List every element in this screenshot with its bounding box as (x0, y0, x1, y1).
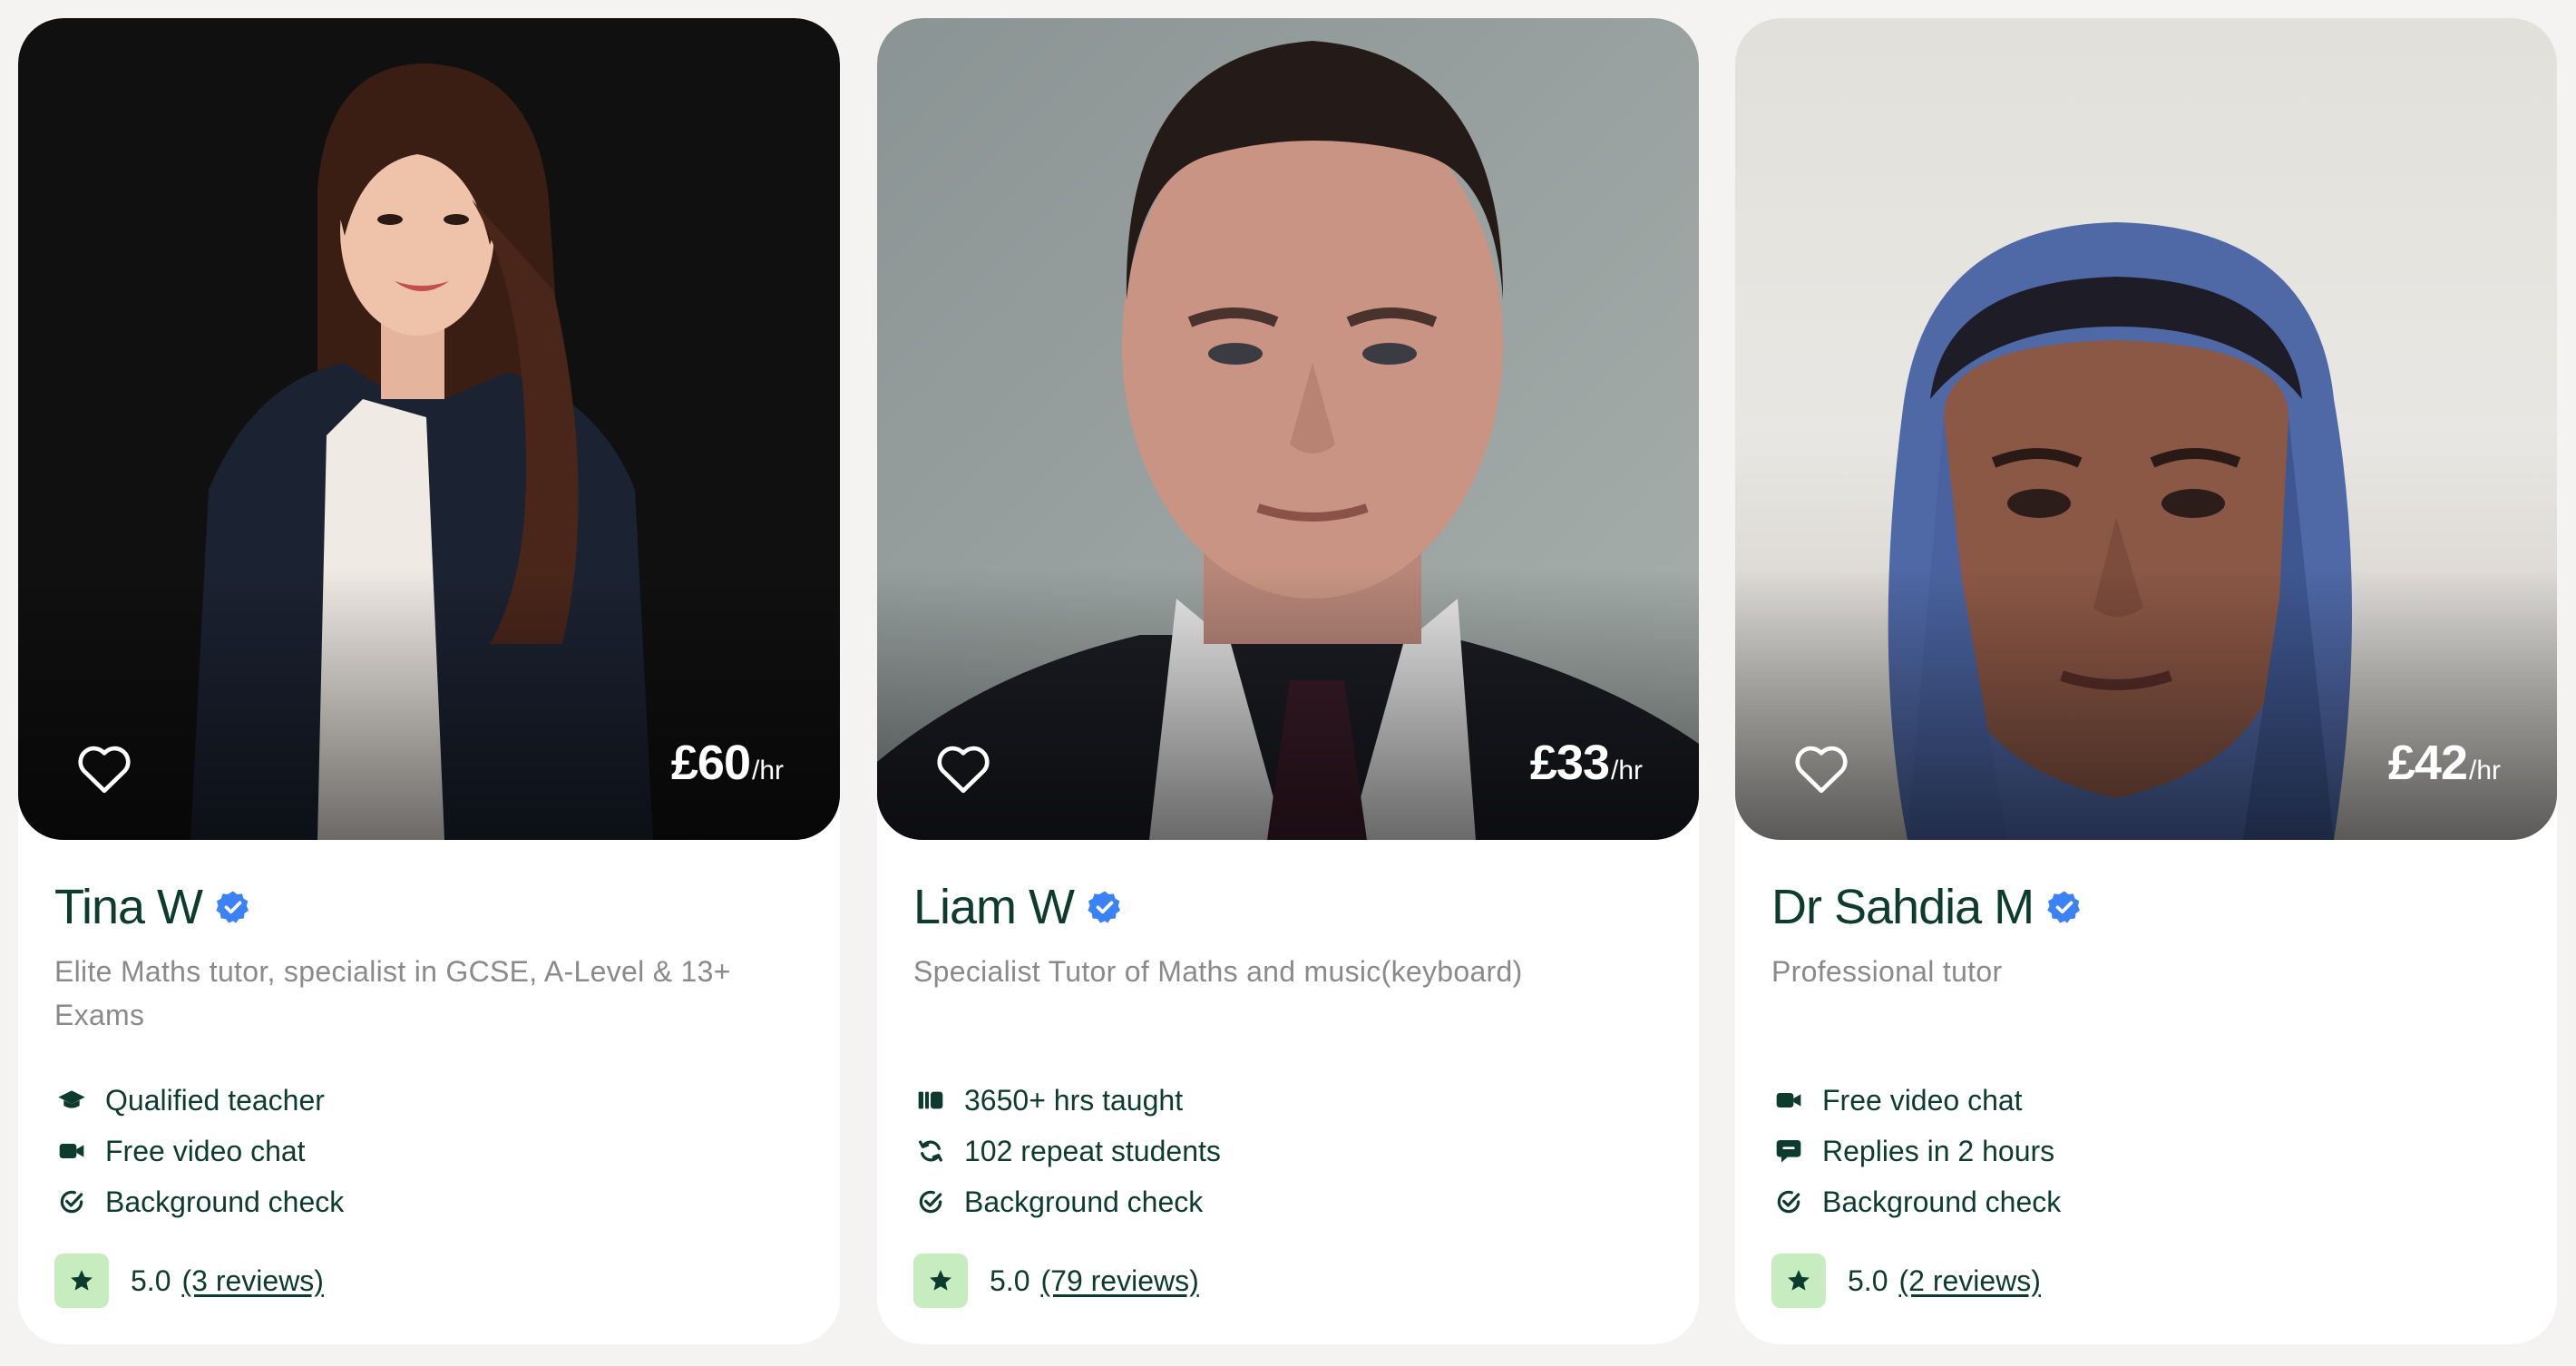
feature-label: Free video chat (1822, 1083, 2023, 1117)
feature-label: 3650+ hrs taught (964, 1083, 1184, 1117)
price-amount: £42 (2387, 736, 2468, 790)
feature-item: Background check (54, 1176, 344, 1227)
rating-score: 5.0 (990, 1264, 1030, 1297)
rating-row: 5.0 (3 reviews) (54, 1254, 324, 1308)
rating-row: 5.0 (79 reviews) (913, 1254, 1199, 1308)
tutor-info: Liam W Specialist Tutor of Maths and mus… (913, 875, 1666, 993)
tutor-name[interactable]: Liam W (913, 879, 1075, 935)
check-badge-icon (913, 1185, 948, 1219)
tutor-tagline: Professional tutor (1771, 955, 2003, 988)
feature-label: Background check (964, 1185, 1204, 1218)
verified-badge-icon (215, 889, 251, 925)
rating-score: 5.0 (131, 1264, 171, 1297)
feature-label: Free video chat (105, 1134, 306, 1167)
feature-label: Background check (1822, 1185, 2062, 1218)
tutor-info: Dr Sahdia M Professional tutor (1771, 875, 2524, 993)
name-row: Dr Sahdia M (1771, 875, 2524, 939)
rating-row: 5.0 (2 reviews) (1771, 1254, 2041, 1308)
feature-item: 3650+ hrs taught (913, 1075, 1221, 1126)
video-camera-icon (54, 1134, 89, 1168)
feature-item: 102 repeat students (913, 1126, 1221, 1176)
tutor-photo[interactable]: £42/hr (1735, 18, 2557, 840)
price-amount: £60 (670, 736, 751, 790)
feature-list: 3650+ hrs taught 102 repeat students Bac… (913, 1075, 1221, 1227)
tutor-tagline: Elite Maths tutor, specialist in GCSE, A… (54, 955, 731, 1031)
graduation-cap-icon (54, 1083, 89, 1117)
feature-list: Qualified teacher Free video chat Backgr… (54, 1075, 344, 1227)
favorite-heart-icon[interactable] (73, 737, 136, 800)
star-icon (54, 1254, 109, 1308)
price-unit: /hr (1610, 756, 1643, 785)
tutor-photo[interactable]: £60/hr (18, 18, 840, 840)
hourly-rate: £42/hr (2388, 735, 2501, 791)
price-amount: £33 (1529, 736, 1610, 790)
feature-item: Replies in 2 hours (1771, 1126, 2061, 1176)
feature-label: Qualified teacher (105, 1083, 325, 1117)
repeat-icon (913, 1134, 948, 1168)
feature-item: Free video chat (54, 1126, 344, 1176)
favorite-heart-icon[interactable] (1790, 737, 1853, 800)
name-row: Tina W (54, 875, 807, 939)
tutor-grid: £60/hr Tina W Elite Maths tutor, special… (0, 0, 2576, 1366)
tutor-tagline: Specialist Tutor of Maths and music(keyb… (913, 955, 1523, 988)
reviews-link[interactable]: (2 reviews) (1898, 1264, 2040, 1298)
hourly-rate: £60/hr (671, 735, 784, 791)
feature-label: Background check (105, 1185, 345, 1218)
favorite-heart-icon[interactable] (932, 737, 995, 800)
chat-bubble-icon (1771, 1134, 1806, 1168)
feature-label: 102 repeat students (964, 1134, 1221, 1167)
check-badge-icon (54, 1185, 89, 1219)
rating-score: 5.0 (1848, 1264, 1888, 1297)
video-camera-icon (1771, 1083, 1806, 1117)
tutor-card[interactable]: £60/hr Tina W Elite Maths tutor, special… (18, 18, 840, 1344)
price-unit: /hr (751, 756, 784, 785)
star-icon (1771, 1254, 1826, 1308)
verified-badge-icon (2046, 889, 2083, 925)
tutor-info: Tina W Elite Maths tutor, specialist in … (54, 875, 807, 1037)
photo-shade (1735, 568, 2557, 840)
feature-label: Replies in 2 hours (1822, 1134, 2055, 1167)
reviews-link[interactable]: (79 reviews) (1040, 1264, 1198, 1298)
tutor-card[interactable]: £33/hr Liam W Specialist Tutor of Maths … (877, 18, 1699, 1344)
feature-item: Background check (1771, 1176, 2061, 1227)
name-row: Liam W (913, 875, 1666, 939)
tutor-name[interactable]: Tina W (54, 879, 203, 935)
tutor-photo[interactable]: £33/hr (877, 18, 1699, 840)
check-badge-icon (1771, 1185, 1806, 1219)
feature-item: Free video chat (1771, 1075, 2061, 1126)
feature-item: Background check (913, 1176, 1221, 1227)
verified-badge-icon (1087, 889, 1123, 925)
hourly-rate: £33/hr (1530, 735, 1643, 791)
reviews-link[interactable]: (3 reviews) (181, 1264, 323, 1298)
tutor-card[interactable]: £42/hr Dr Sahdia M Professional tutor Fr… (1735, 18, 2557, 1344)
tutor-name[interactable]: Dr Sahdia M (1771, 879, 2034, 935)
feature-item: Qualified teacher (54, 1075, 344, 1126)
hours-taught-icon (913, 1083, 948, 1117)
feature-list: Free video chat Replies in 2 hours Backg… (1771, 1075, 2061, 1227)
photo-shade (877, 568, 1699, 840)
price-unit: /hr (2468, 756, 2501, 785)
star-icon (913, 1254, 968, 1308)
photo-shade (18, 568, 840, 840)
